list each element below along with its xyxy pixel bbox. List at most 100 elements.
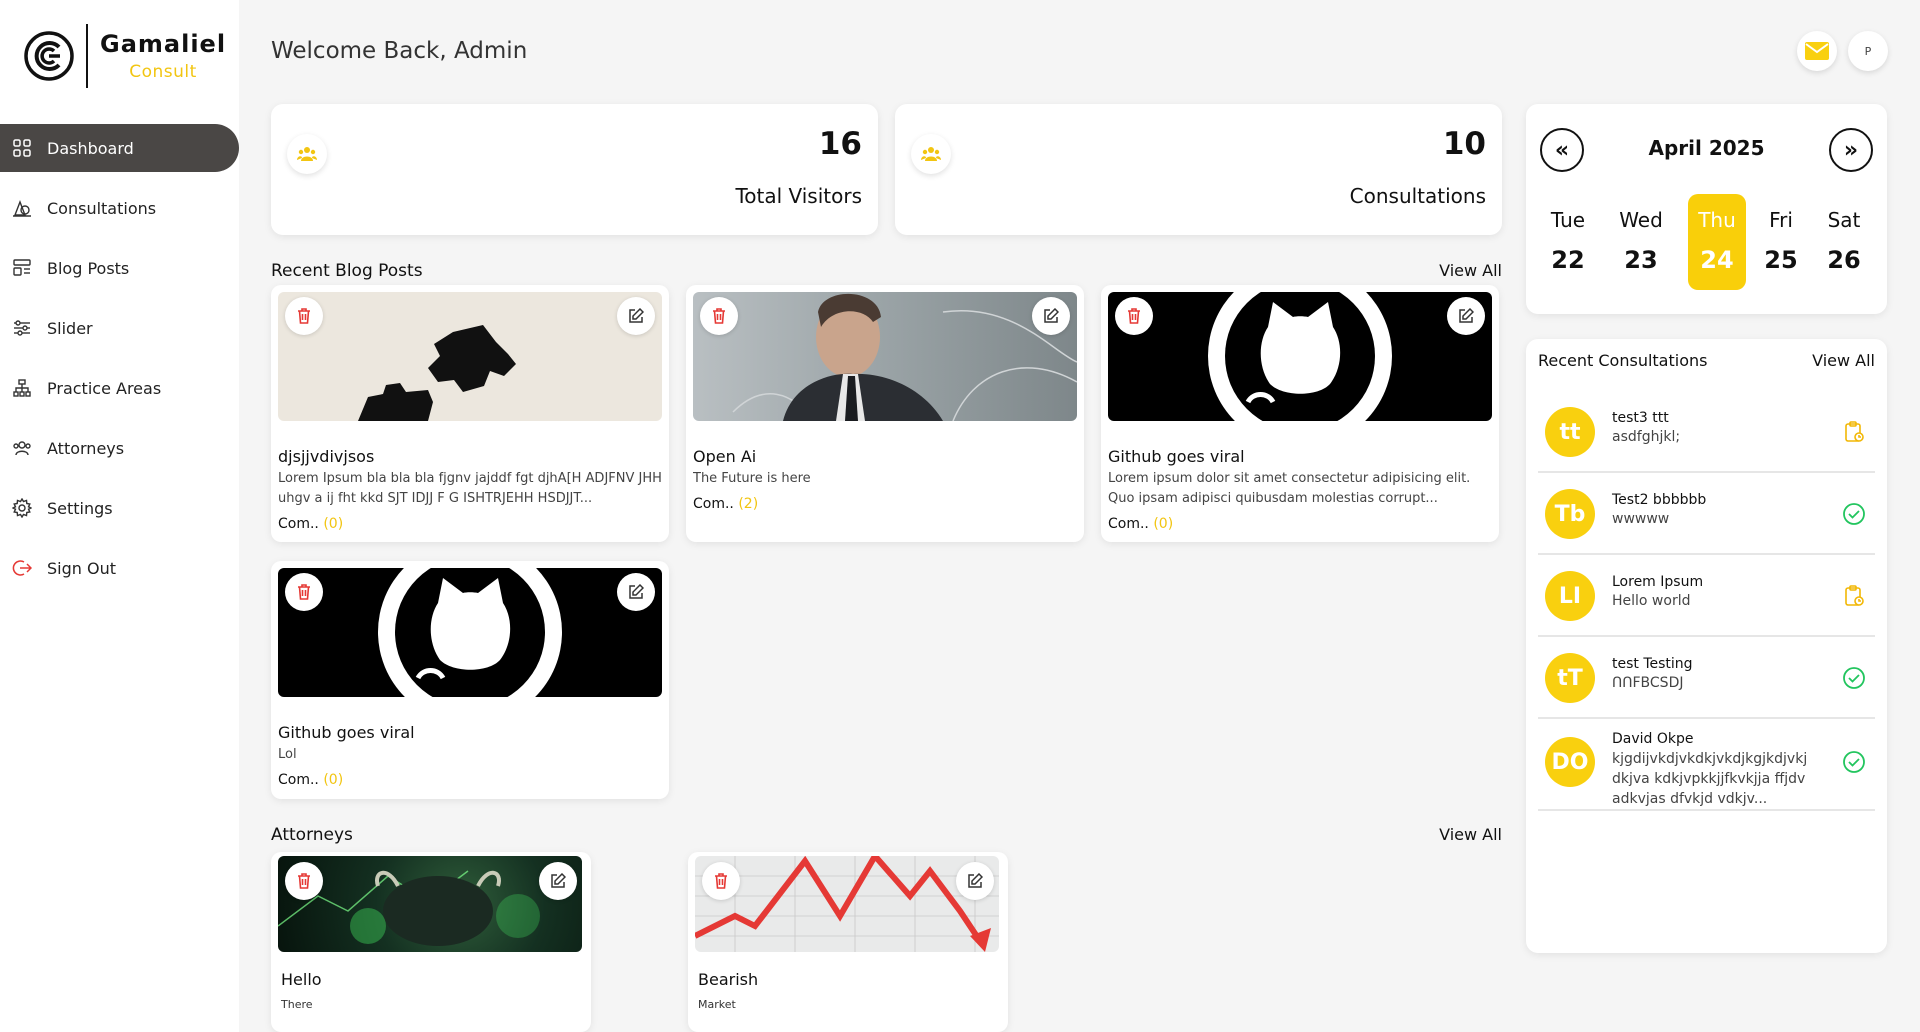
sidebar-item-label: Dashboard (47, 138, 134, 158)
brand-divider (86, 23, 88, 88)
sidebar-item-label: Slider (47, 318, 93, 338)
consultations-view-all-link[interactable]: View All (1812, 351, 1875, 370)
consultation-item[interactable]: tT test Testing ՈՈFBCSDJ (1538, 637, 1875, 719)
edit-button[interactable] (617, 297, 655, 335)
calendar-day-selected[interactable]: Thu 24 (1688, 194, 1746, 290)
edit-button[interactable] (1032, 297, 1070, 335)
blog-card[interactable]: djsjjvdivjsos Lorem Ipsum bla bla bla fj… (271, 285, 669, 542)
edit-icon (968, 873, 983, 888)
brand-text: Gamaliel Consult (100, 30, 226, 82)
attorney-card[interactable]: Bearish Market (688, 852, 1008, 1032)
edit-icon (629, 308, 644, 323)
delete-button[interactable] (285, 573, 323, 611)
calendar-day[interactable]: Sat 26 (1815, 194, 1873, 290)
blog-excerpt: The Future is here (693, 471, 811, 486)
trash-icon (298, 308, 310, 324)
sidebar-item-consultations[interactable]: Consultations (0, 184, 239, 232)
avatar: LI (1545, 571, 1595, 621)
delete-button[interactable] (285, 862, 323, 900)
edit-icon (629, 584, 644, 599)
comments-count: (0) (323, 516, 344, 532)
sidebar-item-label: Consultations (47, 198, 157, 218)
sidebar-item-blog-posts[interactable]: Blog Posts (0, 244, 239, 292)
blog-view-all-link[interactable]: View All (1439, 261, 1502, 280)
brand-name: Gamaliel (100, 29, 227, 58)
edit-icon (1459, 308, 1474, 323)
delete-button[interactable] (285, 297, 323, 335)
users-icon (911, 134, 951, 174)
comments-count: (0) (1153, 516, 1174, 532)
trash-icon (713, 308, 725, 324)
stat-label: Consultations (1349, 184, 1486, 208)
blog-comments: Com.. (2) (693, 496, 758, 512)
consultation-item[interactable]: DO David Okpe kjgdijvkdjvkdkjvkdjkgjkdjv… (1538, 719, 1875, 811)
gear-icon (12, 498, 32, 518)
delete-button[interactable] (700, 297, 738, 335)
blog-card[interactable]: Github goes viral Lorem ipsum dolor sit … (1101, 285, 1499, 542)
blog-title: djsjjvdivjsos (278, 447, 375, 466)
consultation-name: Test2 bbbbbb (1612, 492, 1707, 508)
edit-button[interactable] (539, 862, 577, 900)
day-name: Sat (1827, 208, 1861, 232)
trash-icon (715, 873, 727, 889)
trash-icon (298, 584, 310, 600)
blog-icon (12, 258, 32, 278)
sidebar-item-slider[interactable]: Slider (0, 304, 239, 352)
comments-label: Com.. (1108, 516, 1149, 532)
brand-subtitle: Consult (129, 61, 197, 82)
calendar-next-button[interactable]: » (1829, 128, 1873, 172)
pending-clipboard-icon (1841, 419, 1867, 445)
calendar-day[interactable]: Tue 22 (1539, 194, 1597, 290)
attorneys-view-all-link[interactable]: View All (1439, 825, 1502, 844)
stat-card-total-visitors: 16 Total Visitors (271, 104, 878, 235)
blog-comments: Com.. (0) (278, 516, 343, 532)
avatar: DO (1545, 737, 1595, 787)
consultation-name: Lorem Ipsum (1612, 574, 1704, 590)
consultation-item[interactable]: Tb Test2 bbbbbb wwwww (1538, 473, 1875, 555)
consultation-message: wwwww (1612, 511, 1670, 527)
consultation-message: Hello world (1612, 593, 1691, 609)
stat-label: Total Visitors (735, 184, 862, 208)
sidebar-item-label: Blog Posts (47, 258, 130, 278)
attorney-name: Hello (281, 970, 322, 989)
avatar-alt-text: P (1864, 44, 1872, 58)
blog-comments: Com.. (0) (1108, 516, 1173, 532)
blog-title: Open Ai (693, 447, 757, 466)
sidebar-item-practice-areas[interactable]: Practice Areas (0, 364, 239, 412)
consultation-message: asdfghjkl; (1612, 429, 1681, 445)
profile-avatar[interactable]: P (1848, 31, 1888, 71)
sidebar-item-attorneys[interactable]: Attorneys (0, 424, 239, 472)
github-logo-image (1108, 292, 1492, 421)
delete-button[interactable] (702, 862, 740, 900)
sidebar-item-settings[interactable]: Settings (0, 484, 239, 532)
edit-button[interactable] (1447, 297, 1485, 335)
blog-title: Github goes viral (1108, 447, 1245, 466)
sidebar-item-label: Attorneys (47, 438, 125, 458)
day-name: Wed (1619, 208, 1663, 232)
consultation-item[interactable]: tt test3 ttt asdfghjkl; (1538, 391, 1875, 473)
sidebar-item-label: Sign Out (47, 558, 116, 578)
brand-logo-icon (24, 30, 74, 81)
bull-image (278, 856, 582, 952)
signout-icon (12, 558, 32, 578)
day-name: Tue (1550, 208, 1586, 232)
blog-card[interactable]: Open Ai The Future is here Com.. (2) (686, 285, 1084, 542)
calendar-day[interactable]: Wed 23 (1612, 194, 1670, 290)
section-title-blog: Recent Blog Posts (271, 261, 423, 281)
edit-icon (551, 873, 566, 888)
brand[interactable]: Gamaliel Consult (24, 22, 226, 89)
edit-button[interactable] (617, 573, 655, 611)
blog-card[interactable]: Github goes viral Lol Com.. (0) (271, 561, 669, 799)
edit-button[interactable] (956, 862, 994, 900)
blog-excerpt: Lorem Ipsum bla bla bla fjgnv jajddf fgt… (278, 471, 662, 506)
comments-label: Com.. (278, 772, 319, 788)
day-name: Fri (1769, 208, 1793, 232)
sidebar-item-sign-out[interactable]: Sign Out (0, 544, 239, 592)
calendar-day[interactable]: Fri 25 (1752, 194, 1810, 290)
consultation-message: kjgdijvkdjvkdkjvkdjkgjkdjvkj dkjva kdkjv… (1612, 751, 1808, 807)
consultation-item[interactable]: LI Lorem Ipsum Hello world (1538, 555, 1875, 637)
sidebar-item-dashboard[interactable]: Dashboard (0, 124, 239, 172)
delete-button[interactable] (1115, 297, 1153, 335)
attorney-card[interactable]: Hello There (271, 852, 591, 1032)
mail-button[interactable] (1797, 31, 1837, 71)
